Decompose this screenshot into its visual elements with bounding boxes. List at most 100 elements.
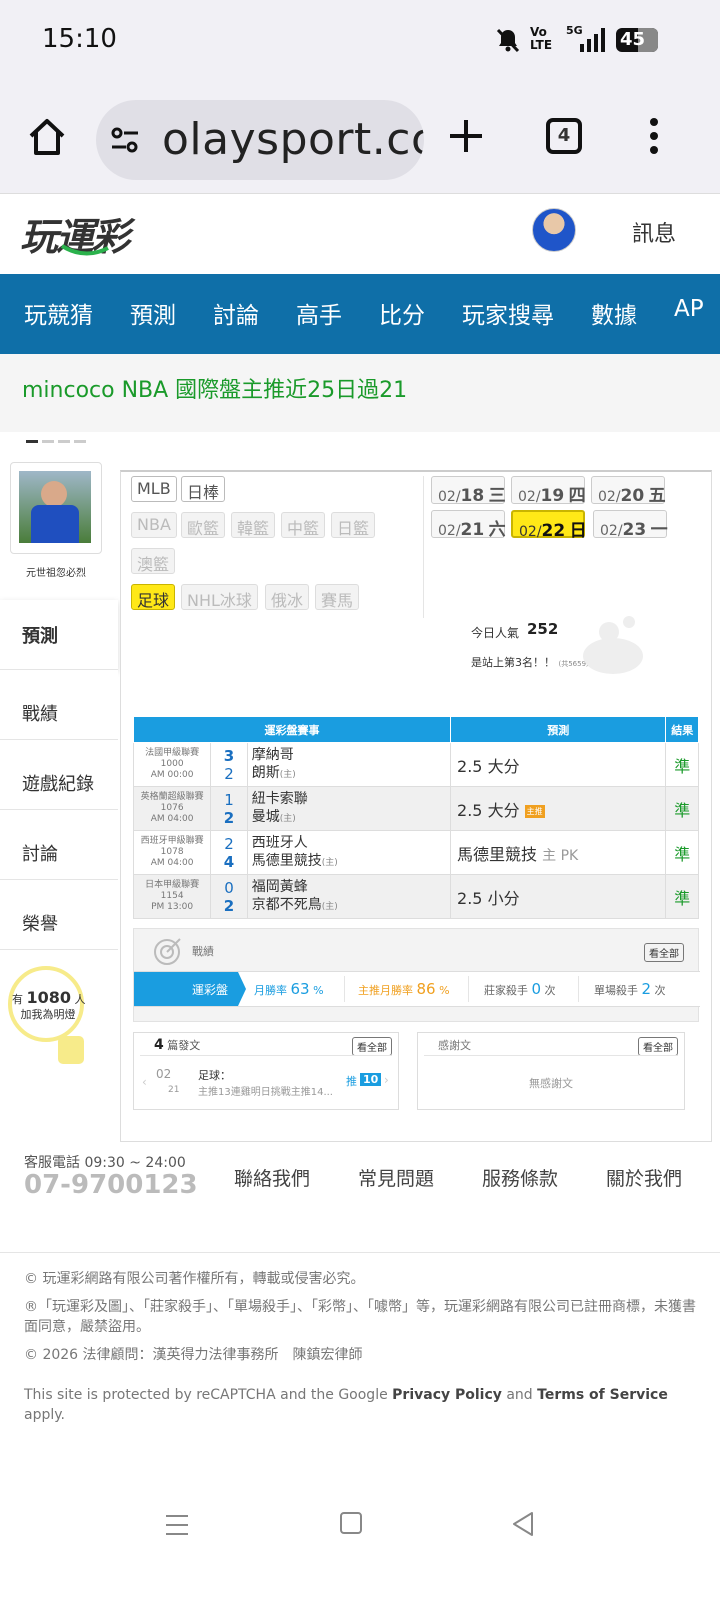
lamp-count-row: 有 1080 人 <box>12 988 86 1007</box>
announcement-text[interactable]: mincoco NBA 國際盤主推近25日過21 <box>22 372 407 404</box>
date-tab[interactable]: 02/19 四 <box>511 476 586 506</box>
tab-switcher-button[interactable]: 4 <box>546 118 582 154</box>
nav-item-predict[interactable]: 預測 <box>130 296 176 330</box>
back-nav-icon[interactable] <box>510 1510 536 1538</box>
sidebar-item-discussion[interactable]: 討論 <box>0 810 118 880</box>
lamp-caption[interactable]: 加我為明燈 <box>12 1006 84 1022</box>
push-count: 10 <box>360 1073 382 1086</box>
privacy-policy-link[interactable]: Privacy Policy <box>392 1387 502 1403</box>
signal-icon <box>580 28 605 52</box>
lamp-base-icon <box>58 1036 84 1064</box>
column-header: 預測 <box>450 716 667 743</box>
nav-item-player-search[interactable]: 玩家搜尋 <box>462 296 554 330</box>
score-cell: 02 <box>210 874 248 919</box>
date-tab[interactable]: 02/23 一 <box>593 510 668 540</box>
record-see-all-button[interactable]: 看全部 <box>644 943 684 962</box>
teams-cell: 西班牙人 馬德里競技(主) <box>246 830 452 875</box>
phone-label: 客服電話 09:30 ~ 24:00 <box>24 1155 186 1171</box>
thanks-see-all-button[interactable]: 看全部 <box>638 1037 678 1056</box>
copyright-line: © 玩運彩網路有限公司著作權所有，轉載或侵害必究。 <box>24 1271 365 1287</box>
date-tab[interactable]: 02/21 六 <box>431 510 506 540</box>
table-row[interactable]: 日本甲級聯賽 1154 PM 13:00 02 福岡黃蜂 京都不死鳥(主) 2.5 小… <box>132 874 699 919</box>
sidebar-item-label: 預測 <box>22 626 58 647</box>
nav-item-scores[interactable]: 比分 <box>379 296 425 330</box>
phone-number[interactable]: 07-9700123 <box>24 1170 198 1200</box>
new-tab-icon[interactable] <box>448 118 484 154</box>
nav-item-data[interactable]: 數據 <box>591 296 637 330</box>
user-avatar[interactable] <box>532 208 576 252</box>
sidebar-item-record[interactable]: 戰績 <box>0 670 118 740</box>
site-settings-icon[interactable] <box>110 126 140 154</box>
date-tab-selected[interactable]: 02/22 日 <box>511 510 587 541</box>
clock: 15:10 <box>42 24 117 54</box>
sport-tag-soccer[interactable]: 足球 <box>131 584 176 610</box>
bank-killer: 莊家殺手 0 次 <box>484 980 556 998</box>
browser-toolbar: olaysport.cc 4 <box>0 82 720 194</box>
table-row[interactable]: 法國甲級聯賽 1000 AM 00:00 32 摩納哥 朗斯(主) 2.5 大分 準 <box>132 742 699 787</box>
nav-item-guess[interactable]: 玩競猜 <box>24 296 93 330</box>
battery-icon: 45 <box>616 28 658 52</box>
post-category: 足球： <box>198 1069 231 1082</box>
thanks-box: 感謝文 看全部 無感謝文 <box>417 1032 685 1110</box>
prev-arrow-icon[interactable]: ‹ <box>142 1075 147 1089</box>
sport-tag-jp-basketball[interactable]: 日籃 <box>331 512 376 538</box>
date-tab[interactable]: 02/18 三 <box>431 476 506 506</box>
sidebar-item-game-log[interactable]: 遊戲紀錄 <box>0 740 118 810</box>
battery-level: 45 <box>620 29 646 50</box>
table-row[interactable]: 英格蘭超級聯賽 1076 AM 04:00 12 紐卡索聯 曼城(主) 2.5 大分 … <box>132 786 699 831</box>
predictions-table: 運彩盤賽事 預測 結果 法國甲級聯賽 1000 AM 00:00 32 摩納哥 朗斯(… <box>132 716 699 919</box>
post-title[interactable]: 主推13連雞明日挑戰主推14... <box>198 1083 338 1098</box>
league-cell: 西班牙甲級聯賽 1078 AM 04:00 <box>132 830 212 875</box>
footer-link-about[interactable]: 關於我們 <box>606 1164 682 1191</box>
home-icon[interactable] <box>26 116 68 158</box>
sport-tag-kr-basketball[interactable]: 韓籃 <box>231 512 276 538</box>
sport-tag-ru-hockey[interactable]: 俄冰 <box>265 584 310 610</box>
sidebar-item-honor[interactable]: 榮譽 <box>0 880 118 950</box>
sport-tag-nhl[interactable]: NHL冰球 <box>181 584 258 610</box>
status-bar: 15:10 Vo LTE 5G 45 <box>0 0 720 82</box>
thanks-title: 感謝文 <box>438 1039 471 1052</box>
footer-link-faq[interactable]: 常見問題 <box>358 1164 434 1191</box>
sidebar-item-label: 遊戲紀錄 <box>22 774 94 795</box>
posts-see-all-button[interactable]: 看全部 <box>352 1037 392 1056</box>
mascot-icon <box>583 616 643 674</box>
messages-link[interactable]: 訊息 <box>632 216 676 248</box>
score-cell: 32 <box>210 742 248 787</box>
table-row[interactable]: 西班牙甲級聯賽 1078 AM 04:00 24 西班牙人 馬德里競技(主) 馬德里競… <box>132 830 699 875</box>
sport-tag-nba[interactable]: NBA <box>131 512 177 538</box>
footer-link-contact[interactable]: 聯絡我們 <box>234 1164 310 1191</box>
legal-advisor-line: © 2026 法律顧問：漢英得力法律事務所 陳鎮宏律師 <box>24 1347 363 1363</box>
nav-item-discuss[interactable]: 討論 <box>213 296 259 330</box>
nav-item-app[interactable]: AP <box>674 296 704 322</box>
date-tab[interactable]: 02/20 五 <box>591 476 666 506</box>
next-arrow-icon[interactable]: › <box>384 1073 389 1087</box>
sport-tag-cn-basketball[interactable]: 中籃 <box>281 512 326 538</box>
more-menu-icon[interactable] <box>648 116 660 156</box>
sidebar-item-label: 榮譽 <box>22 914 58 935</box>
record-stats: 戰績 看全部 運彩盤 月勝率 63 % 主推月勝率 86 % 莊家殺手 0 次 … <box>133 928 700 1022</box>
prediction-panel: MLB 日棒 NBA 歐籃 韓籃 中籃 日籃 澳籃 足球 NHL冰球 俄冰 賽馬… <box>120 470 712 1142</box>
sport-tag-jp-baseball[interactable]: 日棒 <box>181 476 226 502</box>
sport-tag-mlb[interactable]: MLB <box>131 476 177 502</box>
trademark-line: ®「玩運彩及圖」、「莊家殺手」、「單場殺手」、「彩幣」、「噱幣」等，玩運彩網路有… <box>24 1299 696 1335</box>
address-bar[interactable]: olaysport.cc <box>96 100 424 180</box>
home-nav-icon[interactable] <box>340 1512 362 1534</box>
nav-item-experts[interactable]: 高手 <box>296 296 342 330</box>
announcement-banner[interactable]: mincoco NBA 國際盤主推近25日過21 <box>0 354 720 432</box>
recent-apps-icon[interactable] <box>164 1512 190 1538</box>
lamp-count: 1080 <box>26 988 72 1007</box>
pick-cell: 2.5 小分 <box>450 874 667 919</box>
target-icon <box>154 938 181 965</box>
sport-tag-au-basketball[interactable]: 澳籃 <box>131 548 176 574</box>
sidebar-item-predict[interactable]: 預測 <box>0 600 118 670</box>
terms-of-service-link[interactable]: Terms of Service <box>537 1387 668 1403</box>
sidebar-item-label: 戰績 <box>22 704 58 725</box>
thanks-empty: 無感謝文 <box>529 1077 573 1090</box>
divider <box>423 476 424 618</box>
sport-tag-eu-basketball[interactable]: 歐籃 <box>181 512 226 538</box>
mute-bell-icon <box>496 28 520 53</box>
sport-tag-horse-racing[interactable]: 賽馬 <box>315 584 360 610</box>
profile-photo <box>10 462 102 554</box>
record-tab[interactable]: 運彩盤 <box>134 972 238 1006</box>
footer-link-terms[interactable]: 服務條款 <box>482 1164 558 1191</box>
